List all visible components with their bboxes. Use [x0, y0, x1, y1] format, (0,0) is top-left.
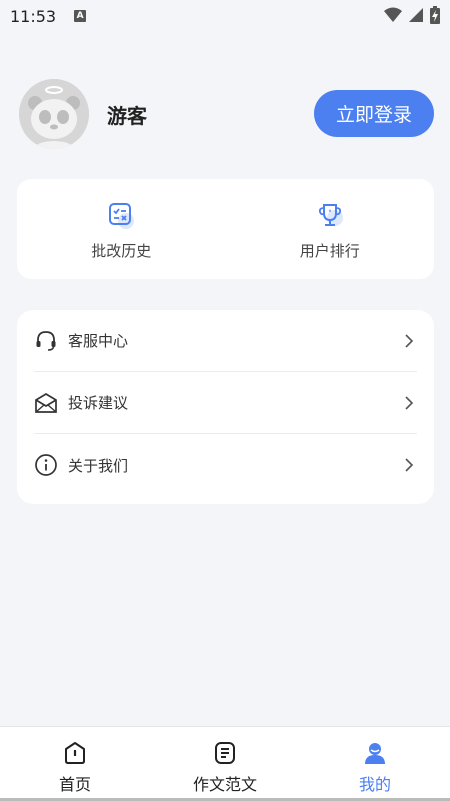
tab-essays[interactable]: 作文范文	[150, 727, 300, 801]
notification-a-icon: A	[74, 10, 87, 22]
menu-item-customer-service[interactable]: 客服中心	[34, 310, 417, 372]
status-bar: 11:53 A	[0, 0, 450, 32]
username: 游客	[107, 104, 147, 128]
trophy-icon	[318, 204, 343, 226]
wifi-icon	[384, 7, 402, 22]
bottom-tab-bar: 首页 作文范文 我的	[0, 726, 450, 801]
tab-label: 我的	[358, 775, 391, 794]
chevron-right-icon	[405, 333, 414, 348]
quick-action-user-ranking[interactable]: 用户排行	[226, 179, 435, 279]
essay-icon	[215, 742, 235, 764]
menu-card: 客服中心 投诉建议 关于我们	[17, 310, 434, 504]
grading-history-icon	[109, 203, 135, 229]
mail-icon	[35, 392, 57, 413]
headset-icon	[36, 330, 56, 351]
profile-screen: 11:53 A 游客 立即登录 批改历史 用户排行 客服中心 投诉建议 关于我们…	[0, 0, 450, 801]
tab-label: 首页	[58, 775, 91, 794]
menu-item-label: 投诉建议	[68, 394, 129, 412]
status-icons	[384, 6, 440, 24]
user-icon	[365, 743, 385, 764]
signal-icon	[409, 8, 423, 22]
status-time: 11:53	[10, 7, 57, 26]
menu-item-about-us[interactable]: 关于我们	[34, 434, 417, 496]
home-icon	[65, 742, 85, 764]
tab-home[interactable]: 首页	[0, 727, 150, 801]
menu-item-label: 客服中心	[68, 332, 129, 350]
tab-mine[interactable]: 我的	[300, 727, 450, 801]
tab-label: 作文范文	[192, 775, 257, 794]
info-icon	[35, 454, 57, 476]
menu-item-feedback[interactable]: 投诉建议	[34, 372, 417, 434]
login-button[interactable]: 立即登录	[314, 90, 434, 137]
menu-item-label: 关于我们	[68, 456, 129, 475]
chevron-right-icon	[405, 395, 414, 410]
quick-actions-card: 批改历史 用户排行	[17, 179, 434, 279]
panda-avatar-icon	[19, 79, 89, 149]
avatar[interactable]	[19, 79, 89, 149]
quick-action-label: 批改历史	[91, 242, 152, 260]
quick-action-label: 用户排行	[299, 242, 360, 260]
quick-action-grading-history[interactable]: 批改历史	[17, 179, 226, 279]
battery-charging-icon	[430, 6, 440, 24]
chevron-right-icon	[405, 458, 414, 472]
